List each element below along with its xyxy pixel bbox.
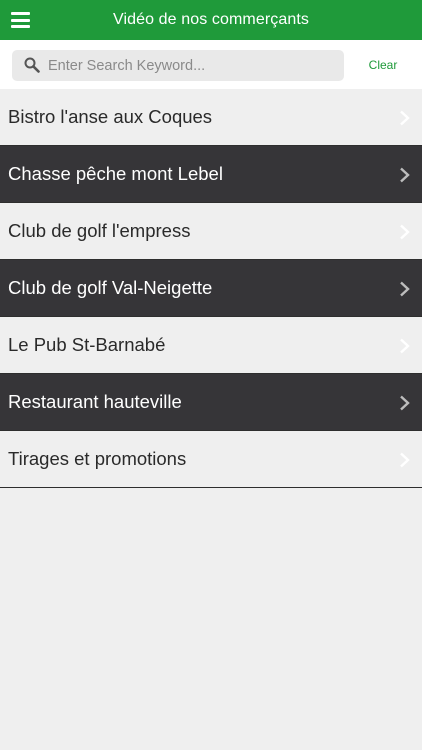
list-item-label: Restaurant hauteville <box>8 391 182 412</box>
list-item-label: Chasse pêche mont Lebel <box>8 163 223 184</box>
search-box[interactable] <box>12 50 344 81</box>
list-item[interactable]: Chasse pêche mont Lebel <box>0 146 422 203</box>
list-item[interactable]: Club de golf l'empress <box>0 203 422 260</box>
search-bar: Clear <box>0 40 422 90</box>
page-title: Vidéo de nos commerçants <box>113 11 309 28</box>
list-item-label: Club de golf l'empress <box>8 220 191 241</box>
chevron-right-icon <box>400 224 410 240</box>
chevron-right-icon <box>400 281 410 297</box>
merchant-list: Bistro l'anse aux Coques Chasse pêche mo… <box>0 89 422 488</box>
chevron-right-icon <box>400 395 410 411</box>
list-item[interactable]: Restaurant hauteville <box>0 374 422 431</box>
list-item-label: Le Pub St-Barnabé <box>8 334 166 355</box>
list-item[interactable]: Club de golf Val-Neigette <box>0 260 422 317</box>
hamburger-menu-icon[interactable] <box>11 12 30 28</box>
chevron-right-icon <box>400 110 410 126</box>
chevron-right-icon <box>400 338 410 354</box>
list-item[interactable]: Tirages et promotions <box>0 431 422 488</box>
clear-button[interactable]: Clear <box>356 56 410 74</box>
list-item-label: Bistro l'anse aux Coques <box>8 106 213 127</box>
search-input[interactable] <box>48 50 338 81</box>
list-item[interactable]: Bistro l'anse aux Coques <box>0 89 422 146</box>
list-item-label: Club de golf Val-Neigette <box>8 277 213 298</box>
app-header: Vidéo de nos commerçants <box>0 0 422 40</box>
chevron-right-icon <box>400 167 410 183</box>
search-icon <box>24 57 40 73</box>
list-item-label: Tirages et promotions <box>8 448 187 469</box>
list-item[interactable]: Le Pub St-Barnabé <box>0 317 422 374</box>
chevron-right-icon <box>400 452 410 468</box>
empty-content-area <box>0 488 422 750</box>
